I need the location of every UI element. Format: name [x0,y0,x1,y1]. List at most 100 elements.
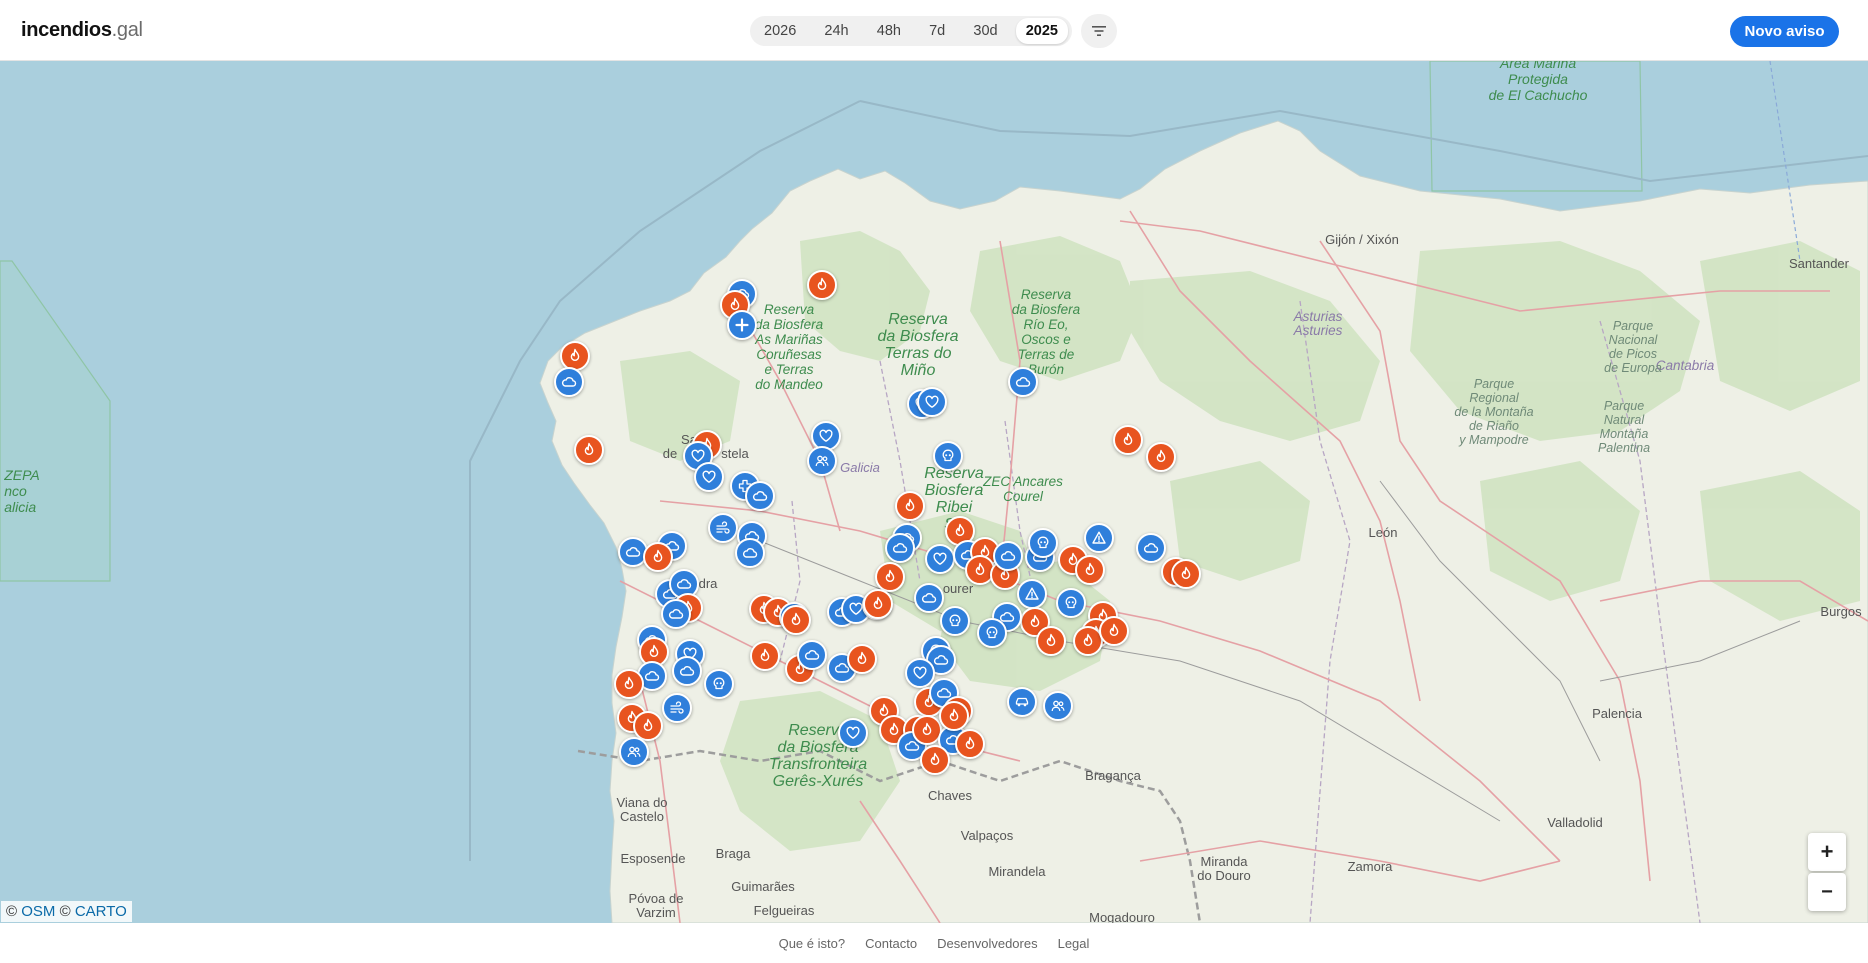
incident-marker-heart[interactable] [925,544,955,574]
map-view[interactable]: Gijón / Xixón Santander Asturias Asturie… [0,61,1868,923]
fire-icon [922,722,932,735]
incident-marker-cloud[interactable] [885,533,915,563]
fire-icon [1085,562,1095,575]
incident-marker-skull[interactable] [1028,528,1058,558]
map-attribution: © OSM © CARTO [1,901,132,922]
fire-marker[interactable] [614,669,644,699]
incident-marker-cloud[interactable] [993,541,1023,571]
fire-icon [791,612,801,625]
fire-marker[interactable] [1146,442,1176,472]
incident-marker-warning[interactable] [1017,579,1047,609]
fire-marker[interactable] [895,491,925,521]
incident-marker-cloud[interactable] [1008,367,1038,397]
cloud-icon [892,543,908,553]
label-palentina: Parque Natural Montaña Palentina [1597,399,1651,455]
incident-marker-skull[interactable] [933,441,963,471]
incident-marker-cloud[interactable] [661,599,691,629]
fire-marker[interactable] [1099,616,1129,646]
incident-marker-people[interactable] [619,737,649,767]
incident-marker-cloud[interactable] [554,367,584,397]
incident-marker-wind[interactable] [708,513,738,543]
fire-icon [1046,633,1056,646]
footer-link-legal[interactable]: Legal [1058,936,1090,951]
skull-icon [1037,536,1049,549]
label-mogadouro: Mogadouro [1089,910,1155,924]
tab-2026[interactable]: 2026 [754,18,806,44]
cloud-icon [1000,551,1016,561]
fire-marker[interactable] [1171,559,1201,589]
label-santiago-c: stela [721,446,749,461]
incident-marker-heart[interactable] [917,387,947,417]
fire-marker[interactable] [750,641,780,671]
incident-marker-skull[interactable] [1056,588,1086,618]
top-header: incendios.gal 2026 24h 48h 7d 30d 2025 Novo a… [0,0,1868,61]
fire-marker[interactable] [1036,626,1066,656]
incident-marker-cloud[interactable] [1136,533,1166,563]
osm-link[interactable]: OSM [21,903,55,920]
incident-marker-cloud[interactable] [797,640,827,670]
incident-marker-heart[interactable] [838,718,868,748]
zoom-out-button[interactable]: − [1808,873,1846,911]
fire-marker[interactable] [875,562,905,592]
tab-48h[interactable]: 48h [867,18,911,44]
label-miranda: Miranda do Douro [1197,854,1251,883]
incident-marker-heart[interactable] [694,462,724,492]
incident-marker-people[interactable] [1043,691,1073,721]
fire-marker[interactable] [807,270,837,300]
incident-marker-cloud[interactable] [745,481,775,511]
incident-marker-heart[interactable] [905,658,935,688]
footer-link-developers[interactable]: Desenvolvedores [937,936,1037,951]
time-range-tabs: 2026 24h 48h 7d 30d 2025 [750,16,1072,46]
footer-link-contact[interactable]: Contacto [865,936,917,951]
incident-marker-people[interactable] [807,446,837,476]
incident-marker-cloud[interactable] [914,583,944,613]
footer-link-about[interactable]: Que é isto? [779,936,846,951]
incident-marker-cloud[interactable] [735,538,765,568]
incident-marker-skull[interactable] [704,669,734,699]
label-mirandela: Mirandela [988,864,1046,879]
label-viana: Viana do Castelo [616,795,668,824]
fire-marker[interactable] [781,605,811,635]
fire-marker[interactable] [1113,425,1143,455]
label-ourense-fragment: ourer [942,581,974,596]
incident-marker-warning[interactable] [1084,523,1114,553]
fire-icon [1030,614,1040,627]
tab-2025[interactable]: 2025 [1015,18,1068,44]
label-valpacos: Valpaços [960,828,1014,843]
incident-marker-plus[interactable] [727,310,757,340]
incident-marker-wind[interactable] [662,693,692,723]
incident-marker-skull[interactable] [977,618,1007,648]
fire-marker[interactable] [920,745,950,775]
incident-marker-cloud[interactable] [672,656,702,686]
fire-marker[interactable] [863,589,893,619]
cloud-icon [742,548,758,558]
fire-icon [1083,633,1093,646]
people-icon [627,746,641,758]
fire-marker[interactable] [939,701,969,731]
warning-icon [1092,531,1106,544]
fire-marker[interactable] [1075,555,1105,585]
fire-marker[interactable] [847,644,877,674]
incident-marker-car[interactable] [1007,687,1037,717]
zoom-in-button[interactable]: + [1808,833,1846,871]
skull-icon [942,449,954,462]
fire-icon [857,651,867,664]
label-zamora: Zamora [1347,859,1393,874]
carto-link[interactable]: CARTO [75,903,127,920]
cloud-icon [561,377,577,387]
tab-7d[interactable]: 7d [919,18,955,44]
fire-marker[interactable] [643,542,673,572]
footer: Que é isto? Contacto Desenvolvedores Leg… [0,923,1868,963]
fire-marker[interactable] [574,435,604,465]
tab-30d[interactable]: 30d [963,18,1007,44]
tab-24h[interactable]: 24h [814,18,858,44]
site-logo[interactable]: incendios.gal [21,19,143,42]
cloud-icon [668,609,684,619]
incident-marker-skull[interactable] [940,606,970,636]
filter-button[interactable] [1081,14,1117,48]
logo-name: incendios [21,19,112,41]
fire-marker[interactable] [955,729,985,759]
new-report-button[interactable]: Novo aviso [1730,16,1839,47]
label-gijon: Gijón / Xixón [1325,232,1399,247]
cloud-icon [1015,377,1031,387]
